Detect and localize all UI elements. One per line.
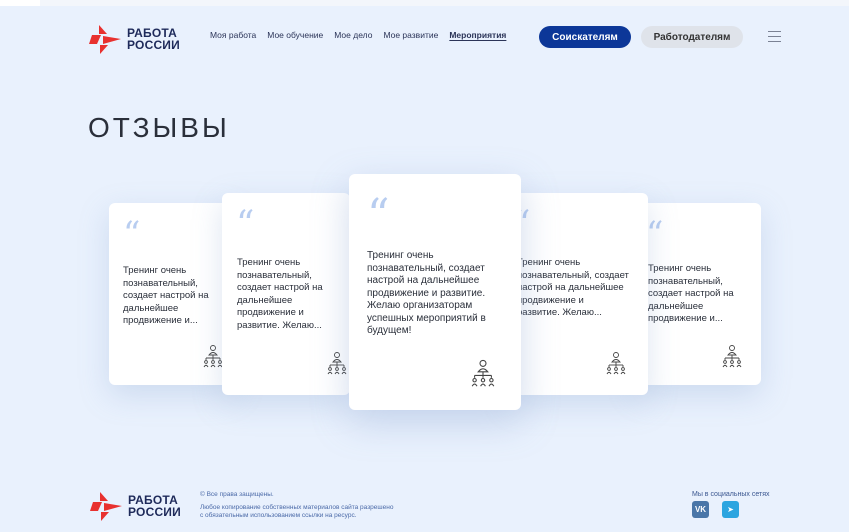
nav-my-development[interactable]: Мое развитие — [383, 30, 438, 40]
footer-logo[interactable]: РАБОТА РОССИИ — [90, 489, 181, 523]
review-card[interactable]: “ Тренинг очень познавательный, создает … — [636, 203, 761, 385]
copy-notice-line1: Любое копирование собственных материалов… — [200, 503, 394, 511]
logo-mark-icon — [89, 22, 123, 56]
review-card[interactable]: “ Тренинг очень познавательный, создает … — [109, 203, 235, 385]
nav-events[interactable]: Мероприятия — [449, 30, 506, 40]
nav-my-work[interactable]: Моя работа — [210, 30, 256, 40]
logo-line2: РОССИИ — [127, 38, 180, 52]
logo-mark-icon — [90, 489, 124, 523]
org-chart-icon — [203, 344, 223, 373]
social-label: Мы в социальных сетях — [692, 491, 770, 498]
review-text: Тренинг очень познавательный, создает на… — [367, 250, 486, 336]
logo[interactable]: РАБОТА РОССИИ — [89, 22, 180, 56]
page-title: ОТЗЫВЫ — [88, 112, 230, 143]
quote-icon: “ — [236, 204, 255, 245]
footer-logo-line2: РОССИИ — [128, 505, 181, 519]
copy-notice-line2: с обязательным использованием ссылки на … — [200, 512, 357, 519]
org-chart-icon — [471, 358, 495, 393]
quote-icon: “ — [367, 190, 390, 241]
review-text: Тренинг очень познавательный, создает на… — [237, 257, 323, 331]
quote-icon: “ — [646, 214, 664, 254]
employers-button[interactable]: Работодателям — [641, 26, 743, 48]
footer-copyright: © Все права защищены. Любое копирование … — [200, 491, 393, 521]
main-nav: Моя работа Мое обучение Мое дело Мое раз… — [210, 30, 517, 40]
review-text: Тренинг очень познавательный, создает на… — [648, 263, 734, 324]
org-chart-icon — [327, 351, 347, 380]
quote-icon: “ — [123, 214, 141, 254]
nav-my-learning[interactable]: Мое обучение — [267, 30, 323, 40]
telegram-icon[interactable]: ➤ — [722, 501, 739, 518]
review-card[interactable]: “ Тренинг очень познавательный, создает … — [510, 193, 648, 395]
review-card[interactable]: “ Тренинг очень познавательный, создает … — [222, 193, 350, 395]
vk-icon[interactable]: VK — [692, 501, 709, 518]
menu-icon[interactable] — [768, 31, 781, 45]
nav-my-business[interactable]: Мое дело — [334, 30, 372, 40]
copyright-text: © Все права защищены. — [200, 491, 274, 498]
review-text: Тренинг очень познавательный, создает на… — [517, 257, 629, 318]
review-card-featured[interactable]: “ Тренинг очень познавательный, создает … — [349, 174, 521, 410]
header: РАБОТА РОССИИ Моя работа Мое обучение Мо… — [0, 0, 849, 76]
org-chart-icon — [606, 351, 626, 380]
review-text: Тренинг очень познавательный, создает на… — [123, 265, 209, 326]
org-chart-icon — [722, 344, 742, 373]
seekers-button[interactable]: Соискателям — [539, 26, 631, 48]
